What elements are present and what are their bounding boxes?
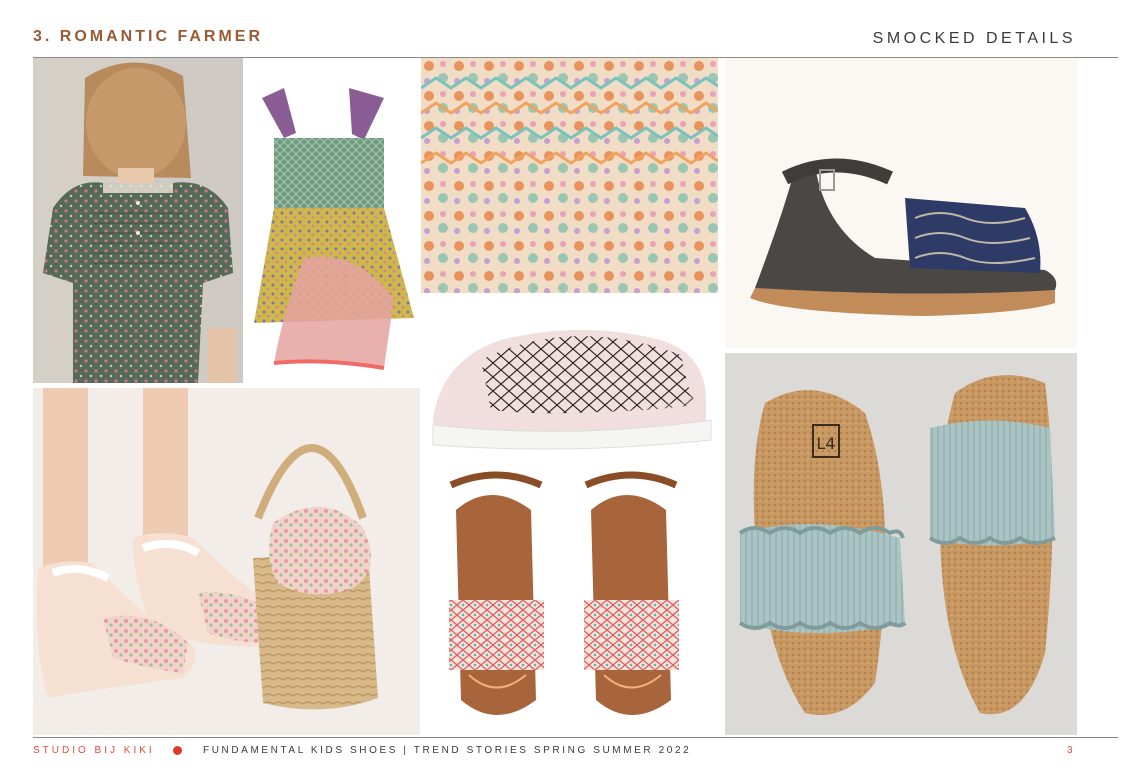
kids-sandals-basket-photo	[33, 388, 420, 735]
pink-smocked-sneaker-photo	[421, 300, 718, 460]
red-dot-icon	[173, 746, 182, 755]
smocked-fabric-closeup-photo	[421, 58, 718, 293]
footer-divider	[33, 737, 1118, 738]
dark-leather-sandal-photo	[725, 58, 1077, 348]
cork-ruffle-slides-photo: L4	[725, 353, 1077, 735]
tan-embroidered-sandals-photo	[421, 460, 718, 735]
girl-smocked-dress-back-photo	[33, 58, 243, 383]
topic-title: SMOCKED DETAILS	[872, 30, 1076, 47]
section-title: 3. ROMANTIC FARMER	[33, 28, 263, 45]
slide-brand-logo: L4	[816, 434, 835, 453]
studio-name: STUDIO BIJ KIKI	[33, 745, 155, 756]
page-number: 3	[1067, 745, 1073, 756]
floral-smocked-dress-photo	[244, 58, 420, 383]
collection-title: FUNDAMENTAL KIDS SHOES | TREND STORIES S…	[203, 745, 692, 756]
